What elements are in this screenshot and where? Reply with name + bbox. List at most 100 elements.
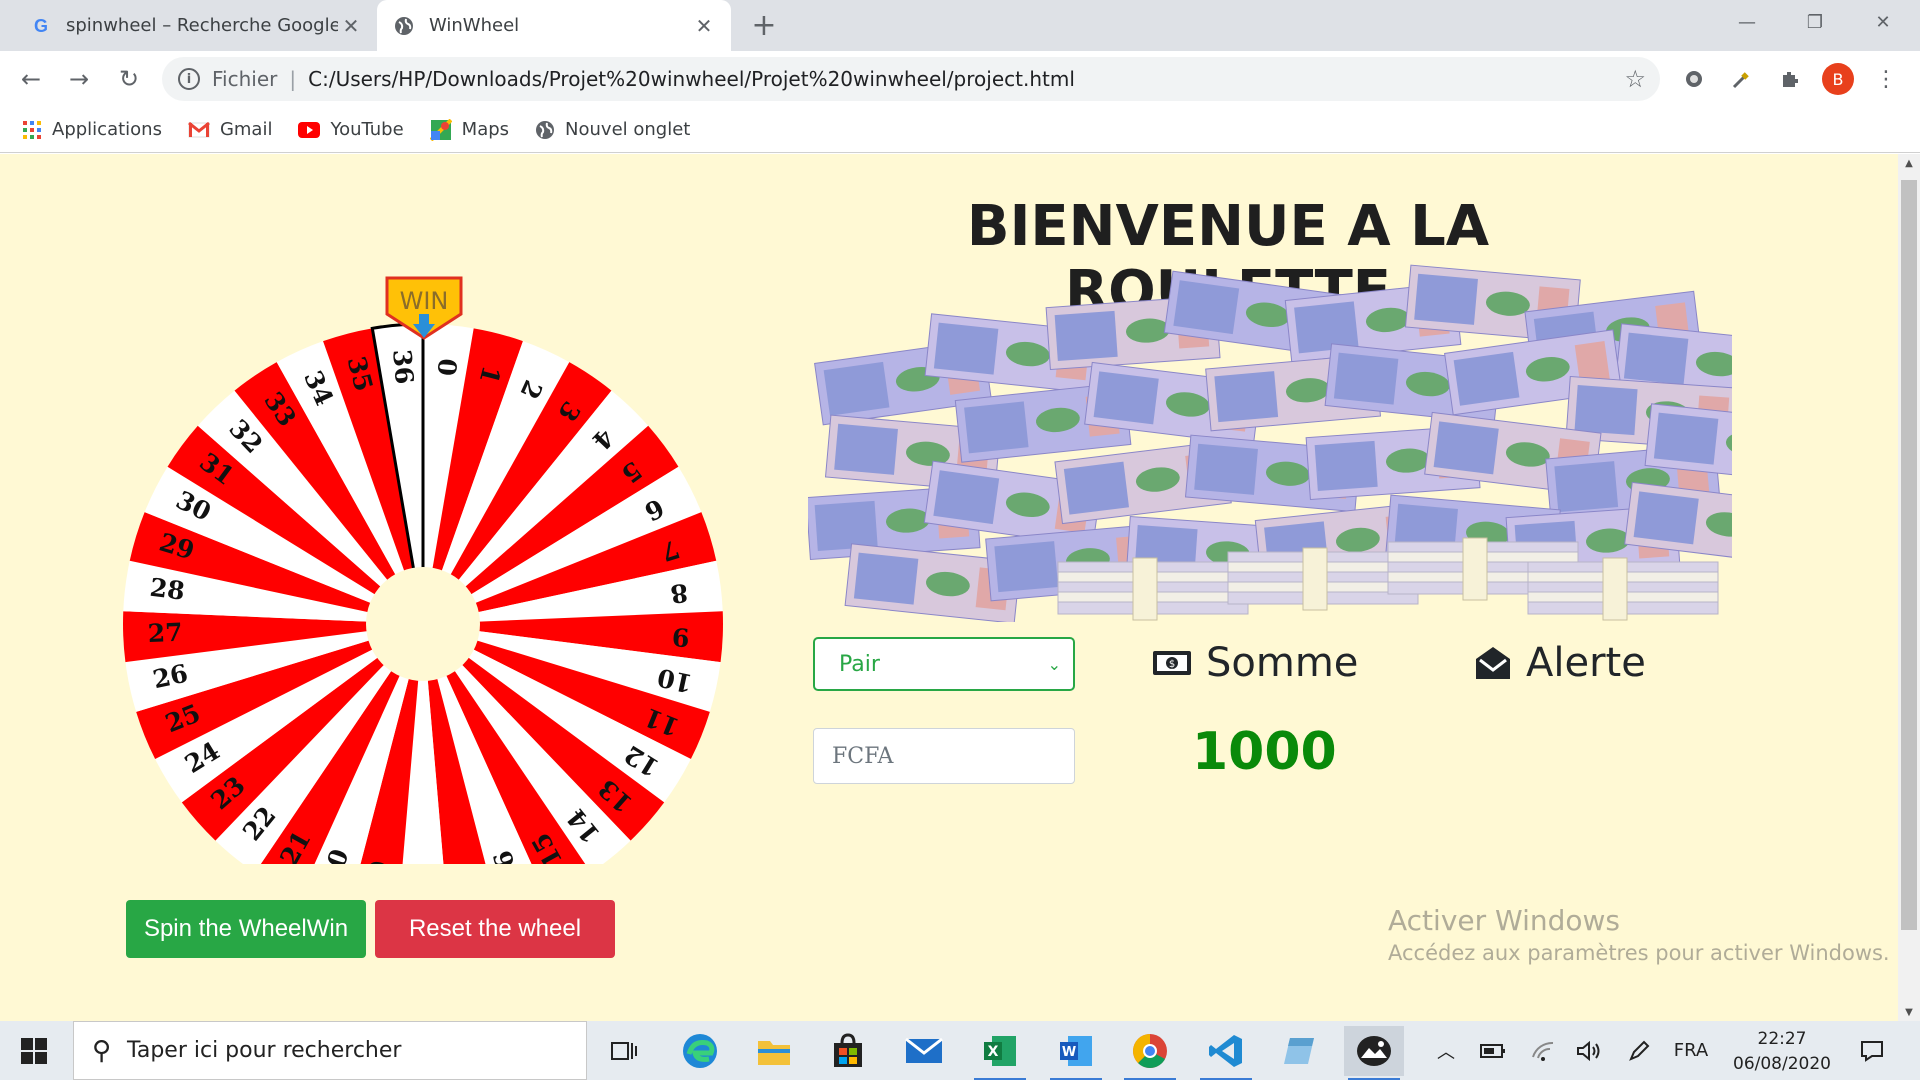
- bet-type-select[interactable]: Pair ⌄: [813, 637, 1075, 691]
- roulette-wheel[interactable]: 0123456789101112131415161718192021222324…: [118, 214, 728, 864]
- wheel-number-label: 9: [671, 622, 690, 652]
- apps-grid-icon: [22, 120, 42, 140]
- speaker-icon[interactable]: [1572, 1021, 1606, 1080]
- reload-icon[interactable]: ↻: [112, 62, 146, 96]
- spin-wheel-button[interactable]: Spin the WheelWin: [126, 900, 366, 958]
- restore-icon[interactable]: ❐: [1782, 0, 1848, 44]
- bet-type-value: Pair: [839, 651, 880, 677]
- gmail-icon: [188, 121, 210, 139]
- chrome-icon[interactable]: [1120, 1026, 1180, 1080]
- money-bill-icon: $: [1152, 648, 1192, 678]
- word-icon[interactable]: W: [1046, 1026, 1106, 1080]
- svg-text:G: G: [34, 16, 48, 36]
- wifi-icon[interactable]: [1526, 1021, 1560, 1080]
- battery-icon[interactable]: [1476, 1021, 1510, 1080]
- globe-icon: [535, 120, 555, 140]
- store-icon[interactable]: [818, 1026, 878, 1076]
- svg-text:X: X: [988, 1044, 999, 1060]
- back-arrow-icon[interactable]: ←: [14, 62, 48, 96]
- clock-time: 22:27: [1757, 1029, 1807, 1049]
- notepad-icon[interactable]: [1270, 1026, 1330, 1076]
- vscode-icon[interactable]: [1196, 1026, 1256, 1080]
- task-view-icon[interactable]: [594, 1026, 654, 1076]
- youtube-icon: [298, 121, 321, 138]
- bookmark-maps[interactable]: Maps: [429, 118, 510, 141]
- tab-title: WinWheel: [429, 15, 520, 36]
- bookmarks-bar: Applications Gmail YouTube Maps Nouvel o…: [0, 107, 1920, 153]
- close-tab-icon[interactable]: ✕: [338, 13, 364, 39]
- taskbar-search-box[interactable]: ⚲ Taper ici pour rechercher: [73, 1021, 587, 1080]
- wheel-number-label: 8: [669, 578, 690, 609]
- language-indicator[interactable]: FRA: [1666, 1021, 1716, 1080]
- svg-text:W: W: [1062, 1045, 1076, 1060]
- scroll-down-icon[interactable]: ▼: [1898, 1003, 1920, 1021]
- file-explorer-icon[interactable]: [744, 1026, 804, 1076]
- tab-title: spinwheel – Recherche Google: [66, 15, 338, 36]
- activate-windows-watermark: Activer Windows Accédez aux paramètres p…: [1388, 904, 1890, 965]
- eyedropper-icon[interactable]: [1726, 63, 1758, 95]
- amount-input[interactable]: [813, 728, 1075, 784]
- taskbar-clock[interactable]: 22:27 06/08/2020: [1720, 1027, 1844, 1077]
- puzzle-icon[interactable]: [1774, 63, 1806, 95]
- profile-avatar[interactable]: B: [1822, 63, 1854, 95]
- excel-icon[interactable]: X: [970, 1026, 1030, 1080]
- maps-icon: [429, 118, 452, 141]
- scroll-thumb[interactable]: [1901, 180, 1917, 930]
- mail-icon[interactable]: [894, 1026, 954, 1076]
- wheel-number-label: 36: [387, 348, 419, 385]
- bookmark-label: Gmail: [219, 119, 273, 140]
- bookmark-star-icon[interactable]: ☆: [1624, 65, 1646, 93]
- info-icon[interactable]: i: [178, 68, 200, 90]
- alerte-label: Alerte: [1526, 640, 1646, 686]
- forward-arrow-icon[interactable]: →: [62, 62, 96, 96]
- envelope-open-icon: [1474, 645, 1512, 681]
- bookmark-label: Applications: [52, 119, 162, 140]
- url-text: C:/Users/HP/Downloads/Projet%20winwheel/…: [308, 67, 1075, 91]
- notifications-icon[interactable]: [1852, 1021, 1892, 1080]
- wheel-number-label: 0: [432, 357, 462, 377]
- minimize-icon[interactable]: —: [1714, 0, 1780, 44]
- pen-icon[interactable]: [1622, 1021, 1656, 1080]
- page-content: 0123456789101112131415161718192021222324…: [0, 154, 1898, 1021]
- page-scrollbar[interactable]: ▲ ▼: [1898, 154, 1920, 1021]
- new-tab-button[interactable]: +: [748, 8, 780, 43]
- bookmark-new-tab[interactable]: Nouvel onglet: [535, 119, 690, 140]
- somme-heading: $ Somme: [1152, 640, 1358, 686]
- reset-wheel-button[interactable]: Reset the wheel: [375, 900, 615, 958]
- bookmark-label: Maps: [461, 119, 510, 140]
- banknote-stack: [1057, 557, 1249, 621]
- tab-winwheel[interactable]: WinWheel ✕: [377, 0, 731, 51]
- photos-app-icon[interactable]: [1344, 1026, 1404, 1080]
- extension-circle-icon[interactable]: [1678, 63, 1710, 95]
- banknote-stack: [1527, 557, 1719, 621]
- wheel-number-label: 28: [148, 573, 186, 606]
- close-window-icon[interactable]: ✕: [1850, 0, 1916, 44]
- somme-label: Somme: [1206, 640, 1359, 686]
- taskbar-search-placeholder: Taper ici pour rechercher: [127, 1038, 402, 1063]
- windows-start-icon[interactable]: [12, 1033, 56, 1069]
- browser-toolbar: ← → ↻ i Fichier | C:/Users/HP/Downloads/…: [0, 51, 1920, 107]
- bookmark-applications[interactable]: Applications: [22, 119, 162, 140]
- google-icon: G: [30, 15, 52, 37]
- close-tab-icon[interactable]: ✕: [691, 13, 717, 39]
- bookmark-youtube[interactable]: YouTube: [298, 119, 404, 140]
- windows-taskbar: ⚲ Taper ici pour rechercher X W ︿ FRA 22…: [0, 1021, 1920, 1080]
- chevron-down-icon: ⌄: [1047, 655, 1061, 674]
- menu-dots-icon[interactable]: ⋮: [1870, 63, 1902, 95]
- clock-date: 06/08/2020: [1733, 1054, 1831, 1074]
- bookmark-label: Nouvel onglet: [565, 119, 691, 140]
- address-bar[interactable]: i Fichier | C:/Users/HP/Downloads/Projet…: [162, 57, 1660, 101]
- tab-google-search[interactable]: G spinwheel – Recherche Google ✕: [14, 0, 378, 51]
- scroll-up-icon[interactable]: ▲: [1898, 154, 1920, 172]
- show-hidden-icons-icon[interactable]: ︿: [1430, 1021, 1462, 1080]
- bookmark-gmail[interactable]: Gmail: [188, 119, 273, 140]
- somme-value: 1000: [1192, 722, 1337, 782]
- edge-icon[interactable]: [670, 1026, 730, 1076]
- wheel-svg[interactable]: 0123456789101112131415161718192021222324…: [118, 214, 728, 864]
- svg-text:$: $: [1169, 659, 1175, 670]
- watermark-title: Activer Windows: [1388, 904, 1621, 937]
- search-icon: ⚲: [92, 1035, 112, 1066]
- separator: |: [289, 67, 297, 91]
- globe-icon: [393, 15, 415, 37]
- browser-tab-strip: G spinwheel – Recherche Google ✕ WinWhee…: [0, 0, 1920, 51]
